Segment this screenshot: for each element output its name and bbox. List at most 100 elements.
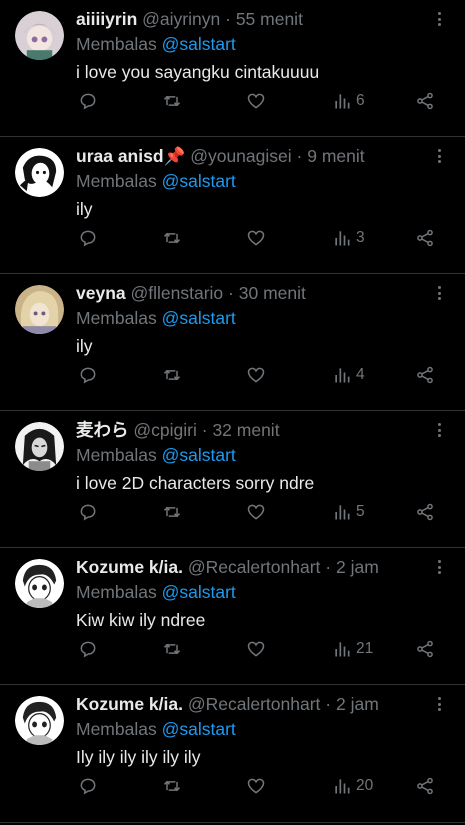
heart-icon bbox=[247, 230, 265, 246]
retweet-icon bbox=[163, 95, 181, 107]
more-vertical-icon[interactable] bbox=[431, 421, 447, 439]
heart-icon bbox=[247, 93, 265, 109]
like-button[interactable] bbox=[246, 227, 266, 249]
avatar[interactable] bbox=[15, 559, 64, 608]
timestamp[interactable]: 2 jam bbox=[336, 557, 379, 577]
action-bar: 20 bbox=[76, 775, 449, 797]
avatar[interactable] bbox=[15, 696, 64, 745]
share-button[interactable] bbox=[415, 775, 435, 797]
reply-button[interactable] bbox=[78, 775, 98, 797]
display-name[interactable]: uraa anisd📌 bbox=[76, 146, 185, 166]
display-name[interactable]: 麦わら bbox=[76, 420, 129, 440]
heart-icon bbox=[247, 641, 265, 657]
mention-link[interactable]: @salstart bbox=[162, 582, 236, 602]
share-icon bbox=[417, 229, 433, 247]
timestamp[interactable]: 55 menit bbox=[236, 9, 303, 29]
reply-item[interactable]: aiiiiyrin @aiyrinyn · 55 menit Membalas … bbox=[0, 0, 465, 137]
share-button[interactable] bbox=[415, 90, 435, 112]
more-vertical-icon[interactable] bbox=[431, 695, 447, 713]
retweet-button[interactable] bbox=[162, 775, 182, 797]
reply-item[interactable]: Kozume k/ia. @Recalertonhart · 2 jam Mem… bbox=[0, 548, 465, 685]
timestamp[interactable]: 2 jam bbox=[336, 694, 379, 714]
reply-header: veyna @fllenstario · 30 menit bbox=[76, 282, 449, 304]
action-bar: 6 bbox=[76, 90, 449, 112]
avatar[interactable] bbox=[15, 422, 64, 471]
share-button[interactable] bbox=[415, 364, 435, 386]
mention-link[interactable]: @salstart bbox=[162, 34, 236, 54]
views-button[interactable]: 21 bbox=[332, 638, 373, 660]
replying-to: Membalas @salstart bbox=[76, 580, 449, 604]
replying-label: Membalas bbox=[76, 719, 157, 739]
reply-button[interactable] bbox=[78, 90, 98, 112]
more-vertical-icon[interactable] bbox=[431, 558, 447, 576]
views-button[interactable]: 4 bbox=[332, 364, 365, 386]
user-handle[interactable]: @younagisei bbox=[190, 146, 291, 166]
more-vertical-icon[interactable] bbox=[431, 147, 447, 165]
reply-button[interactable] bbox=[78, 638, 98, 660]
like-button[interactable] bbox=[246, 775, 266, 797]
comment-bubble-icon bbox=[80, 367, 96, 384]
user-handle[interactable]: @aiyrinyn bbox=[142, 9, 220, 29]
mention-link[interactable]: @salstart bbox=[162, 445, 236, 465]
more-vertical-icon[interactable] bbox=[431, 10, 447, 28]
retweet-icon bbox=[163, 369, 181, 381]
separator-dot: · bbox=[225, 9, 231, 29]
comment-bubble-icon bbox=[80, 93, 96, 110]
avatar[interactable] bbox=[15, 285, 64, 334]
display-name[interactable]: Kozume k/ia. bbox=[76, 557, 183, 577]
like-button[interactable] bbox=[246, 638, 266, 660]
views-button[interactable]: 20 bbox=[332, 775, 373, 797]
separator-dot: · bbox=[296, 146, 303, 166]
retweet-button[interactable] bbox=[162, 90, 182, 112]
retweet-button[interactable] bbox=[162, 364, 182, 386]
views-count: 4 bbox=[356, 366, 365, 383]
like-button[interactable] bbox=[246, 90, 266, 112]
replying-label: Membalas bbox=[76, 582, 157, 602]
share-button[interactable] bbox=[415, 501, 435, 523]
views-button[interactable]: 3 bbox=[332, 227, 365, 249]
replying-to: Membalas @salstart bbox=[76, 717, 449, 741]
user-handle[interactable]: @fllenstario bbox=[131, 283, 224, 303]
display-name[interactable]: aiiiiyrin bbox=[76, 9, 137, 29]
retweet-button[interactable] bbox=[162, 501, 182, 523]
user-handle[interactable]: @cpigiri bbox=[133, 420, 196, 440]
reply-button[interactable] bbox=[78, 364, 98, 386]
timestamp[interactable]: 9 menit bbox=[307, 146, 364, 166]
mention-link[interactable]: @salstart bbox=[162, 171, 236, 191]
views-button[interactable]: 6 bbox=[332, 90, 365, 112]
reply-button[interactable] bbox=[78, 501, 98, 523]
user-handle[interactable]: @Recalertonhart bbox=[188, 694, 321, 714]
retweet-button[interactable] bbox=[162, 638, 182, 660]
reply-item[interactable]: Kozume k/ia. @Recalertonhart · 2 jam Mem… bbox=[0, 685, 465, 823]
user-handle[interactable]: @Recalertonhart bbox=[188, 557, 321, 577]
views-count: 3 bbox=[356, 229, 365, 246]
like-button[interactable] bbox=[246, 501, 266, 523]
views-bar-chart-icon bbox=[335, 231, 350, 246]
avatar[interactable] bbox=[15, 11, 64, 60]
comment-bubble-icon bbox=[80, 641, 96, 658]
reply-header: 麦わら @cpigiri · 32 menit bbox=[76, 419, 449, 441]
views-button[interactable]: 5 bbox=[332, 501, 365, 523]
reply-header: Kozume k/ia. @Recalertonhart · 2 jam bbox=[76, 693, 449, 715]
reply-text: Kiw kiw ily ndree bbox=[76, 610, 206, 630]
reply-button[interactable] bbox=[78, 227, 98, 249]
mention-link[interactable]: @salstart bbox=[162, 308, 236, 328]
like-button[interactable] bbox=[246, 364, 266, 386]
timestamp[interactable]: 30 menit bbox=[239, 283, 306, 303]
share-button[interactable] bbox=[415, 638, 435, 660]
display-name[interactable]: veyna bbox=[76, 283, 126, 303]
mention-link[interactable]: @salstart bbox=[162, 719, 236, 739]
display-name[interactable]: Kozume k/ia. bbox=[76, 694, 183, 714]
retweet-icon bbox=[163, 780, 181, 792]
separator-dot: · bbox=[228, 283, 234, 303]
share-icon bbox=[417, 640, 433, 658]
share-button[interactable] bbox=[415, 227, 435, 249]
avatar[interactable] bbox=[15, 148, 64, 197]
reply-item[interactable]: 麦わら @cpigiri · 32 menit Membalas @salsta… bbox=[0, 411, 465, 548]
reply-item[interactable]: veyna @fllenstario · 30 menit Membalas @… bbox=[0, 274, 465, 411]
timestamp[interactable]: 32 menit bbox=[212, 420, 279, 440]
reply-header: Kozume k/ia. @Recalertonhart · 2 jam bbox=[76, 556, 449, 578]
more-vertical-icon[interactable] bbox=[431, 284, 447, 302]
reply-item[interactable]: uraa anisd📌 @younagisei · 9 menit Membal… bbox=[0, 137, 465, 274]
retweet-button[interactable] bbox=[162, 227, 182, 249]
